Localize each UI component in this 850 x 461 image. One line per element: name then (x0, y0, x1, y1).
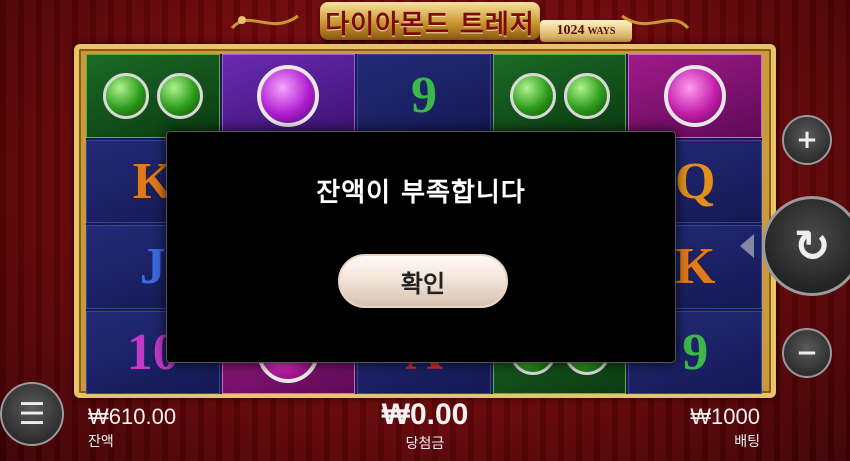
plus-icon: + (796, 125, 818, 155)
win-display: ₩0.00 당첨금 (360, 398, 490, 453)
emerald-gem-icon (102, 72, 149, 119)
symbol-label: 9 (682, 323, 709, 381)
emerald-gem-icon (563, 72, 610, 119)
symbol-emerald-earrings (86, 54, 220, 138)
decrease-bet-button[interactable]: − (782, 328, 832, 378)
bet-value: ₩1000 (690, 404, 760, 429)
ways-number: 1024 (556, 23, 585, 38)
symbol-amethyst-ring (221, 54, 356, 138)
confirm-button[interactable]: 확인 (338, 254, 508, 308)
title-ornament-right (621, 14, 690, 30)
minus-icon: − (796, 338, 818, 368)
increase-bet-button[interactable]: + (782, 115, 832, 165)
hamburger-icon: ☰ (18, 396, 46, 432)
balance-label: 잔액 (88, 434, 114, 450)
menu-button[interactable]: ☰ (0, 382, 64, 446)
bet-label: 배팅 (734, 434, 760, 450)
ways-badge: 1024 WAYS (540, 20, 632, 42)
symbol-label: K (674, 238, 716, 296)
emerald-gem-icon (509, 72, 556, 119)
spin-arrow-icon (740, 234, 754, 258)
balance-value: ₩610.00 (88, 404, 177, 429)
symbol-label: Q (674, 152, 716, 210)
symbol-9: 9 (357, 54, 491, 138)
symbol-ruby-ring (628, 54, 762, 138)
ways-label: WAYS (587, 25, 616, 37)
win-label: 당첨금 (405, 436, 445, 452)
win-value: ₩0.00 (381, 398, 469, 431)
amethyst-ring-icon (257, 64, 320, 127)
ruby-ring-icon (664, 64, 727, 127)
balance-display: ₩610.00 잔액 (88, 404, 176, 451)
game-title: 다이아몬드 트레저 (300, 0, 560, 44)
symbol-emerald-earrings (492, 54, 627, 138)
emerald-gem-icon (156, 72, 203, 119)
symbol-label: J (139, 238, 166, 296)
title-ornament-left (230, 14, 299, 30)
bet-display: ₩1000 배팅 (650, 404, 760, 451)
insufficient-balance-dialog (166, 131, 676, 363)
refresh-icon: ↻ (793, 220, 831, 272)
game-title-text: 다이아몬드 트레저 (325, 9, 535, 40)
dialog-message: 잔액이 부족합니다 (316, 178, 526, 208)
symbol-label: 9 (410, 67, 437, 125)
